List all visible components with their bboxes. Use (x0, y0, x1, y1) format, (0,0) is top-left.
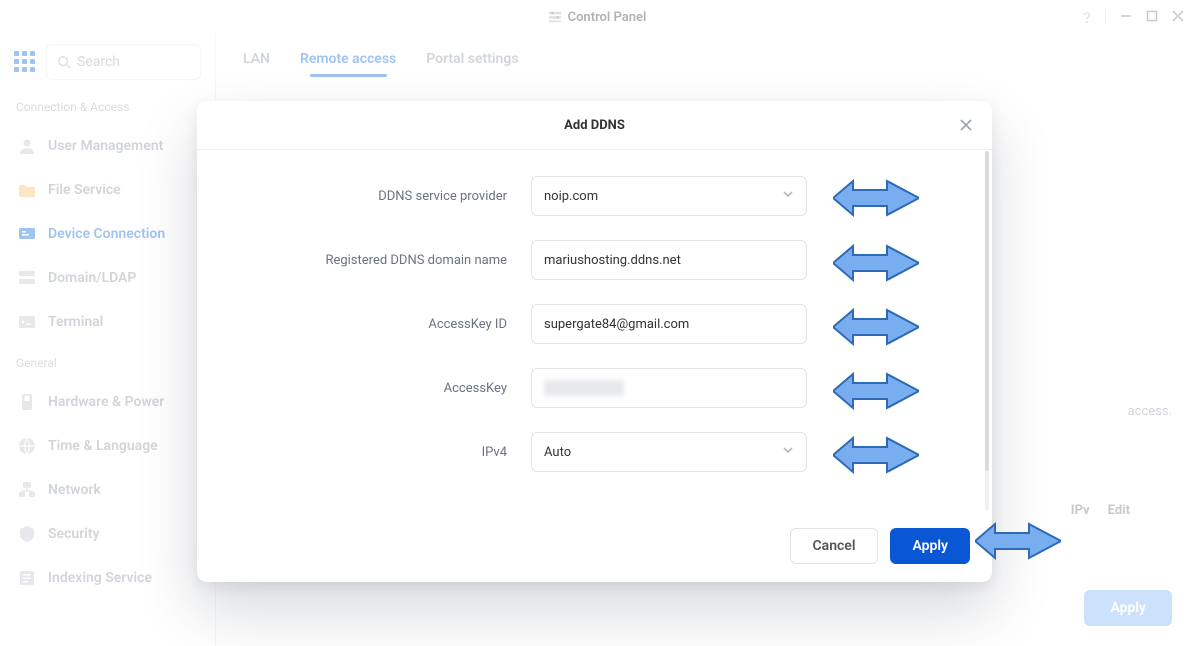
sidebar-item-label: Network (48, 482, 101, 498)
sidebar-item-file-service[interactable]: File Service (14, 168, 201, 212)
label-ddns-domain: Registered DDNS domain name (197, 253, 531, 268)
sidebar-item-label: User Management (48, 138, 163, 154)
chevron-down-icon (782, 188, 794, 204)
modal-close-button[interactable] (956, 115, 976, 135)
sidebar-item-domain-ldap[interactable]: Domain/LDAP (14, 256, 201, 300)
modal-footer: Cancel Apply (197, 510, 992, 582)
col-ipv: IPv (1071, 503, 1090, 518)
add-ddns-modal: Add DDNS DDNS service provider noip.com … (197, 101, 992, 582)
sidebar-item-indexing-service[interactable]: Indexing Service (14, 556, 201, 600)
sidebar-item-label: Device Connection (48, 226, 165, 242)
select-ipv4[interactable]: Auto (531, 432, 807, 472)
tabs: LAN Remote access Portal settings (215, 34, 1194, 88)
col-edit: Edit (1108, 503, 1130, 518)
tab-lan[interactable]: LAN (243, 51, 270, 71)
globe-icon (18, 437, 36, 455)
label-ipv4: IPv4 (197, 445, 531, 460)
sidebar-item-time-language[interactable]: Time & Language (14, 424, 201, 468)
divider (1105, 10, 1106, 24)
sidebar-item-user-management[interactable]: User Management (14, 124, 201, 168)
sidebar-item-label: File Service (48, 182, 121, 198)
page-apply-button[interactable]: Apply (1084, 590, 1172, 626)
minimize-button[interactable] (1120, 10, 1132, 25)
select-ddns-provider[interactable]: noip.com (531, 176, 807, 216)
apps-icon[interactable] (14, 51, 36, 73)
tab-portal-settings[interactable]: Portal settings (426, 51, 518, 71)
ddns-domain-field[interactable] (544, 253, 794, 268)
input-accesskey[interactable] (531, 368, 807, 408)
chevron-down-icon (782, 444, 794, 460)
modal-scrollbar[interactable] (985, 151, 989, 511)
modal-header: Add DDNS (197, 101, 992, 150)
sidebar-item-label: Terminal (48, 314, 103, 330)
user-icon (18, 137, 36, 155)
maximize-button[interactable] (1146, 10, 1158, 25)
folder-icon (18, 181, 36, 199)
control-panel-icon (548, 10, 562, 24)
modal-body: DDNS service provider noip.com Registere… (197, 150, 992, 510)
sidebar-item-security[interactable]: Security (14, 512, 201, 556)
tab-remote-access[interactable]: Remote access (300, 51, 396, 71)
sidebar-item-hardware-power[interactable]: Hardware & Power (14, 380, 201, 424)
select-value: Auto (544, 445, 571, 460)
sidebar-section-connection: Connection & Access (16, 100, 201, 114)
sidebar-item-label: Security (48, 526, 100, 542)
sidebar-item-network[interactable]: Network (14, 468, 201, 512)
sidebar-item-terminal[interactable]: Terminal (14, 300, 201, 344)
accesskey-id-field[interactable] (544, 317, 794, 332)
label-accesskey: AccessKey (197, 381, 531, 396)
help-icon[interactable]: ? (1083, 8, 1091, 27)
sidebar-item-label: Domain/LDAP (48, 270, 136, 286)
close-button[interactable] (1172, 10, 1184, 25)
label-ddns-provider: DDNS service provider (197, 189, 531, 204)
window-title: Control Panel (568, 10, 647, 25)
indexing-icon (18, 569, 36, 587)
window-titlebar: Control Panel ? (0, 0, 1194, 34)
sidebar-section-general: General (16, 356, 201, 370)
select-value: noip.com (544, 189, 598, 204)
search-icon (57, 55, 71, 69)
window-controls: ? (1083, 0, 1184, 34)
close-icon (959, 118, 973, 132)
bg-table-header: IPv Edit (1071, 503, 1130, 518)
sidebar-item-device-connection[interactable]: Device Connection (14, 212, 201, 256)
input-accesskey-id[interactable] (531, 304, 807, 344)
sidebar-item-label: Indexing Service (48, 570, 152, 586)
apply-button[interactable]: Apply (890, 528, 970, 564)
cancel-button[interactable]: Cancel (790, 528, 879, 564)
terminal-icon (18, 313, 36, 331)
bg-text-access: access. (1128, 404, 1172, 419)
shield-icon (18, 525, 36, 543)
device-icon (18, 225, 36, 243)
domain-icon (18, 269, 36, 287)
sidebar-item-label: Time & Language (48, 438, 158, 454)
label-accesskey-id: AccessKey ID (197, 317, 531, 332)
search-placeholder: Search (77, 54, 120, 70)
accesskey-hidden-value (544, 380, 624, 396)
input-ddns-domain[interactable] (531, 240, 807, 280)
network-icon (18, 481, 36, 499)
modal-title: Add DDNS (564, 118, 625, 133)
hardware-icon (18, 393, 36, 411)
sidebar: Search Connection & Access User Manageme… (0, 34, 215, 646)
search-input[interactable]: Search (46, 44, 201, 80)
sidebar-item-label: Hardware & Power (48, 394, 164, 410)
